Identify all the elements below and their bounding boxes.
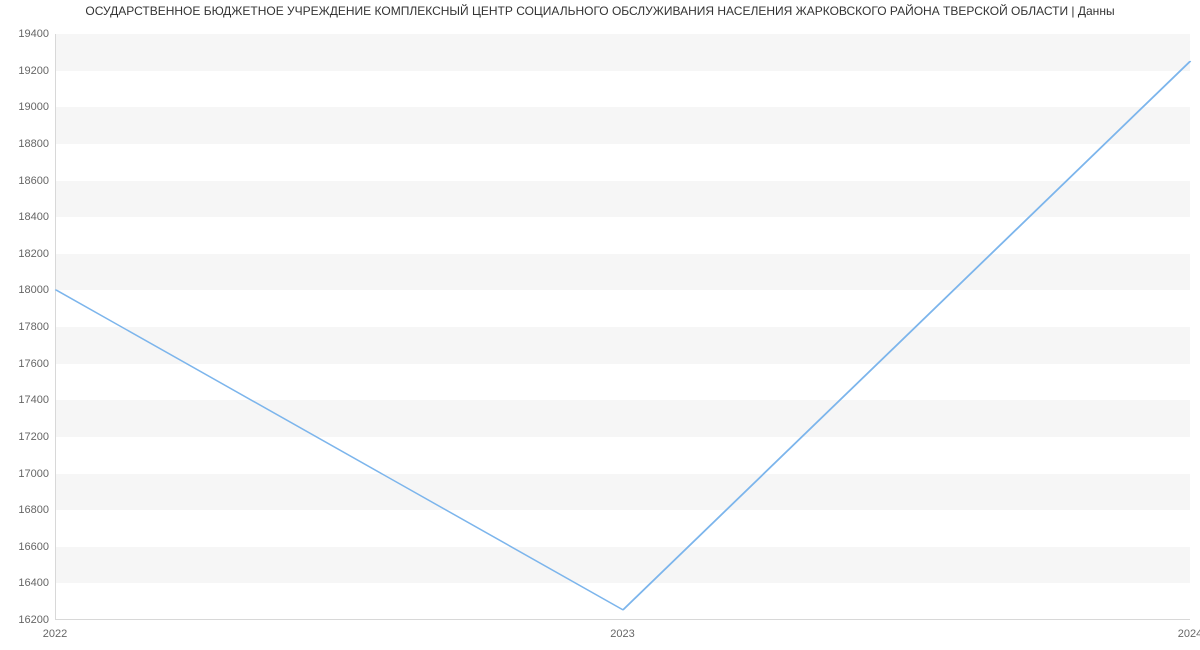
y-tick-label: 18600 [18,175,49,187]
y-tick-label: 18800 [18,138,49,150]
y-tick-label: 17600 [18,358,49,370]
y-axis: 16200 16400 16600 16800 17000 17200 17400 17600… [0,24,55,644]
y-tick-label: 17000 [18,468,49,480]
plot-container: 16200 16400 16600 16800 17000 17200 17400 17600… [0,24,1200,644]
x-tick-label: 2022 [43,628,67,640]
line-series [56,34,1190,619]
chart-title: ОСУДАРСТВЕННОЕ БЮДЖЕТНОЕ УЧРЕЖДЕНИЕ КОМП… [0,0,1200,24]
y-tick-label: 17200 [18,431,49,443]
x-axis: 202220232024 [55,624,1190,644]
plot-area [55,34,1190,620]
y-tick-label: 17400 [18,394,49,406]
y-tick-label: 18000 [18,284,49,296]
x-tick-label: 2024 [1178,628,1200,640]
x-tick-label: 2023 [610,628,634,640]
y-tick-label: 19000 [18,101,49,113]
y-tick-label: 18200 [18,248,49,260]
y-tick-label: 19400 [18,28,49,40]
y-tick-label: 16800 [18,504,49,516]
y-tick-label: 19200 [18,65,49,77]
y-tick-label: 17800 [18,321,49,333]
y-tick-label: 16200 [18,614,49,626]
y-tick-label: 16400 [18,577,49,589]
y-tick-label: 16600 [18,541,49,553]
y-tick-label: 18400 [18,211,49,223]
